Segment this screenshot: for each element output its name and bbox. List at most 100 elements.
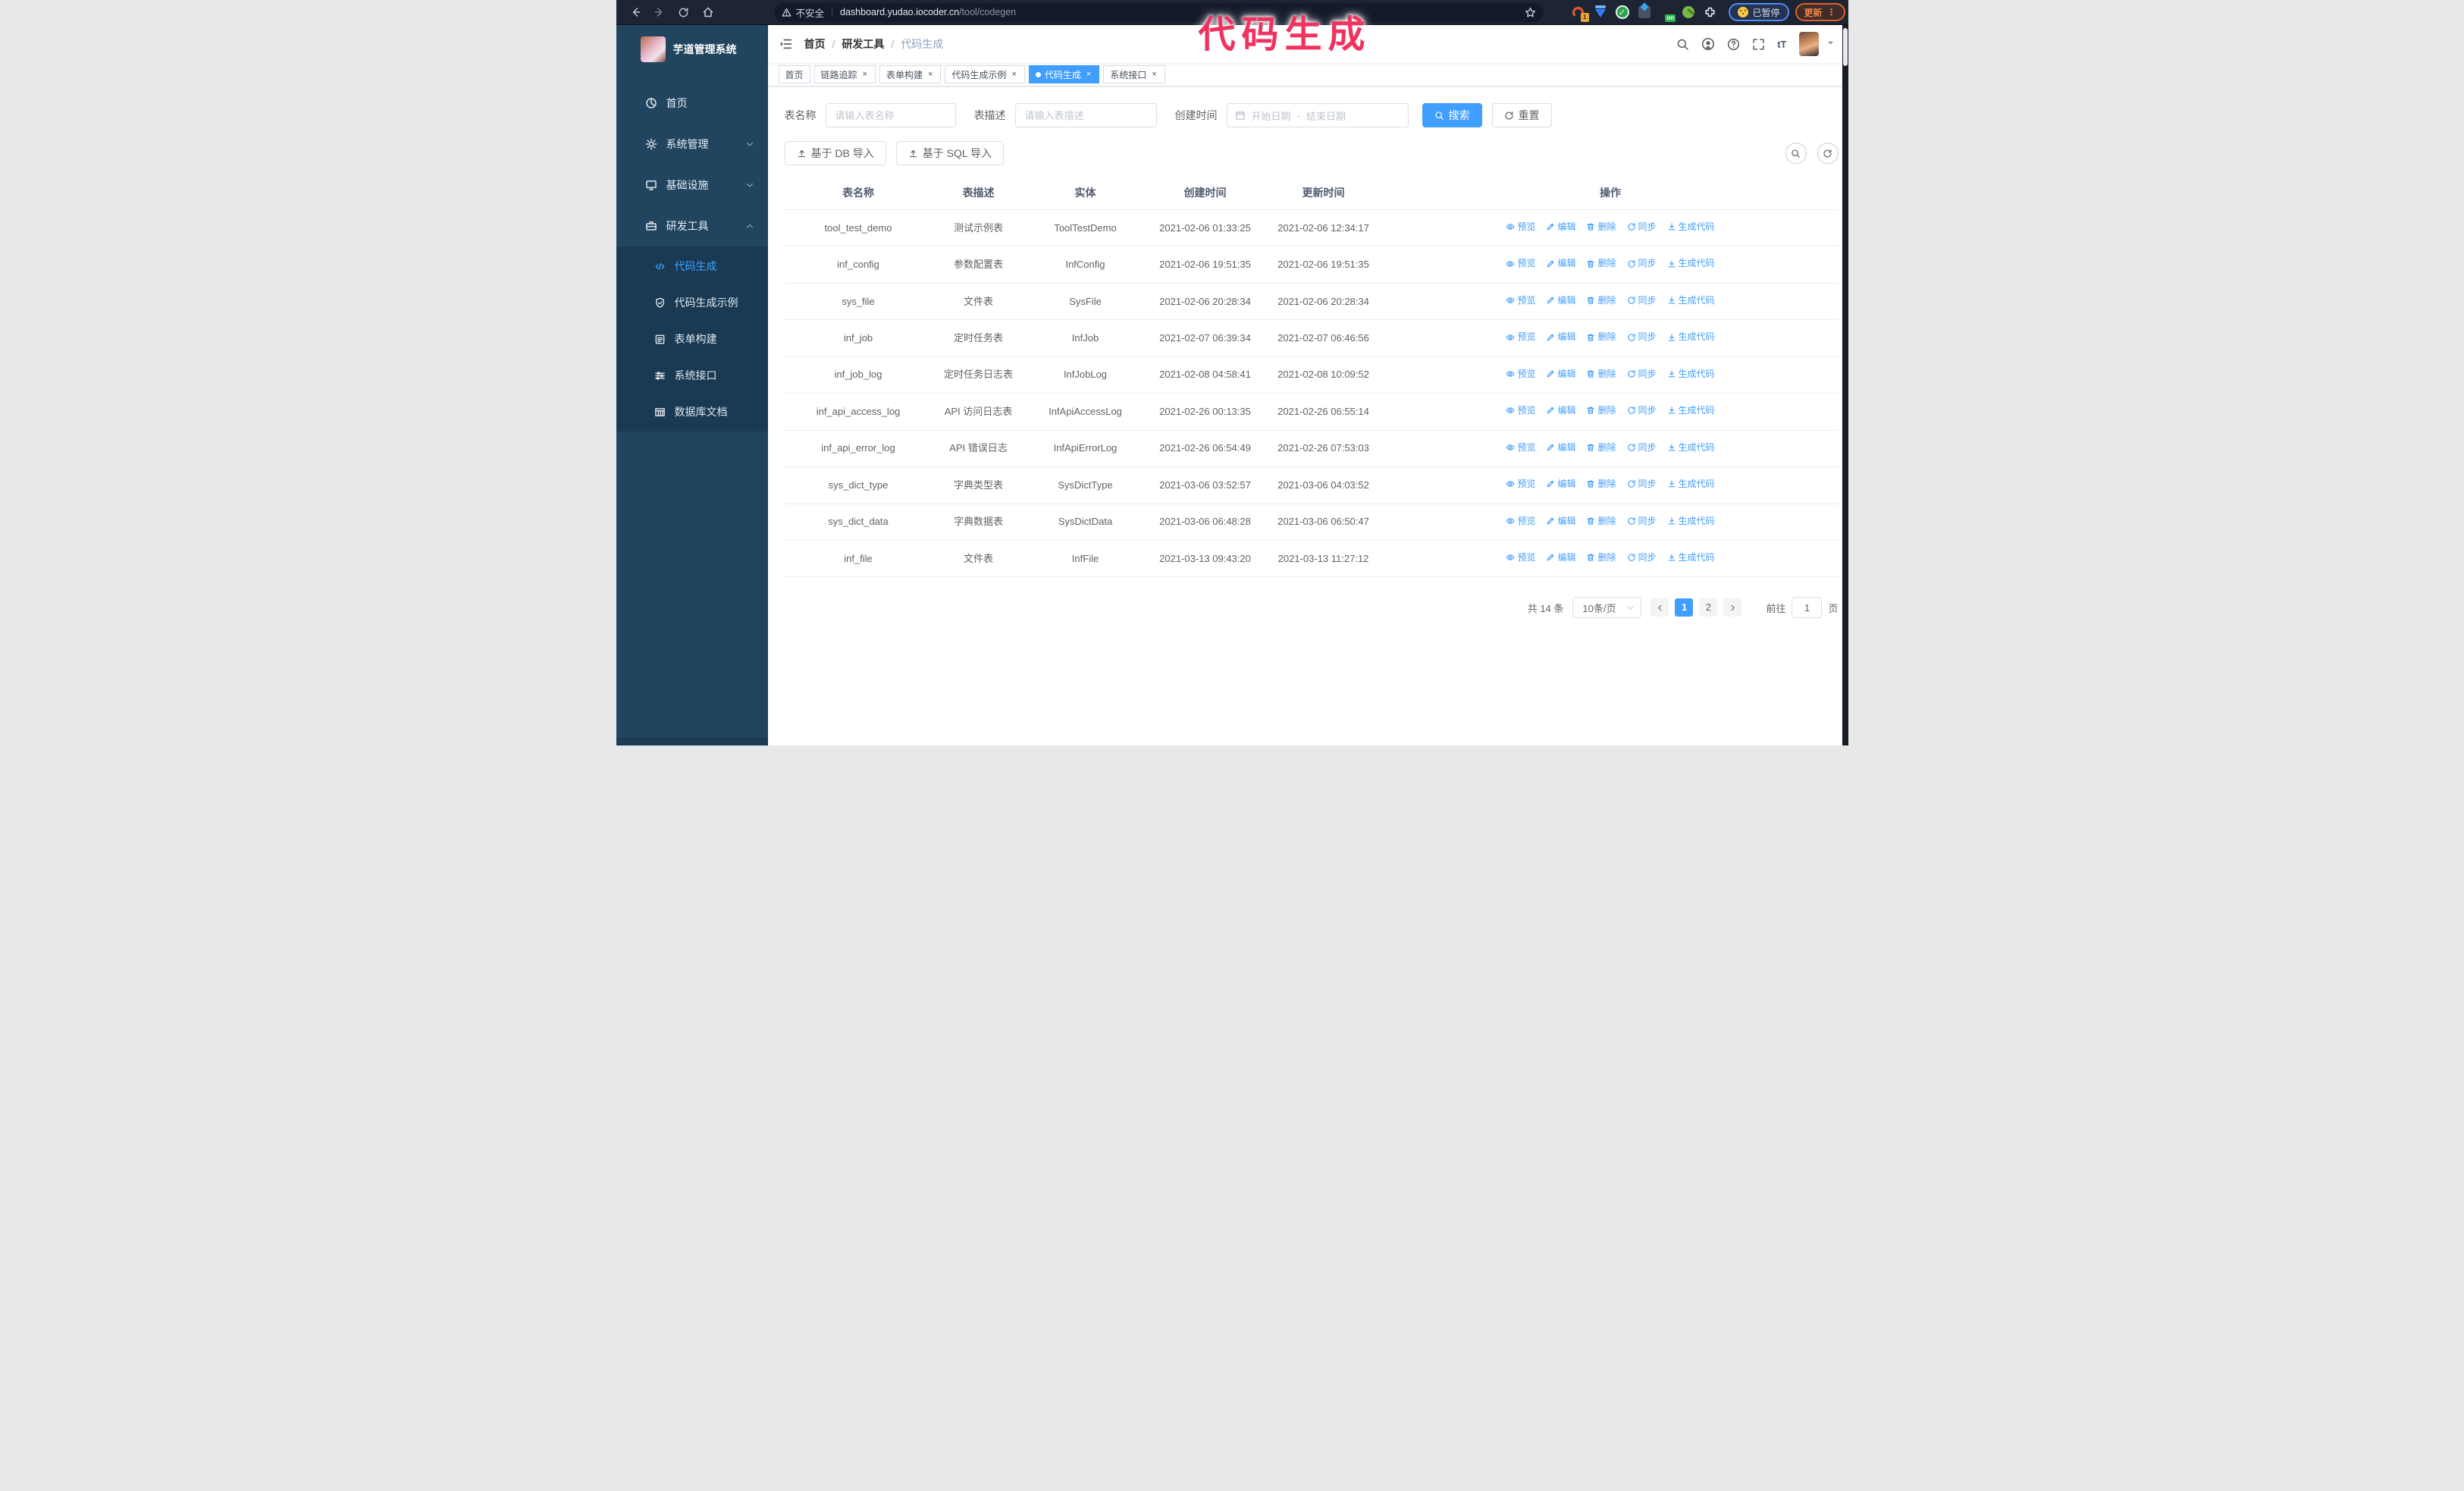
browser-back-icon[interactable] xyxy=(627,4,644,20)
refresh-table-button[interactable] xyxy=(1817,143,1839,164)
help-icon[interactable] xyxy=(1727,38,1740,51)
search-button[interactable]: 搜索 xyxy=(1422,103,1482,127)
sync-link[interactable]: 同步 xyxy=(1627,220,1657,234)
github-icon[interactable] xyxy=(1701,37,1715,51)
search-icon[interactable] xyxy=(1676,38,1689,51)
sidebar-item-codegen-example[interactable]: 代码生成示例 xyxy=(616,284,768,321)
toggle-search-button[interactable] xyxy=(1785,143,1807,164)
goto-page-input[interactable] xyxy=(1792,597,1823,619)
extension-orange-icon[interactable]: 1 xyxy=(1571,5,1589,22)
date-range-picker[interactable]: 开始日期 - 结束日期 xyxy=(1226,103,1409,127)
browser-home-icon[interactable] xyxy=(700,4,716,20)
sync-link[interactable]: 同步 xyxy=(1627,367,1657,381)
tab[interactable]: 系统接口 × xyxy=(1103,65,1165,83)
prev-page-button[interactable] xyxy=(1651,598,1669,617)
tab[interactable]: 代码生成示例 × xyxy=(945,65,1025,83)
address-bar[interactable]: 不安全 dashboard.yudao.iocoder.cn/tool/code… xyxy=(773,2,1544,22)
tab-close-icon[interactable]: × xyxy=(861,70,869,80)
sidebar-item-db-doc[interactable]: 数据库文档 xyxy=(616,394,768,430)
delete-link[interactable]: 删除 xyxy=(1586,403,1616,418)
breadcrumb-home[interactable]: 首页 xyxy=(804,36,826,52)
sidebar-item-codegen[interactable]: 代码生成 xyxy=(616,248,768,284)
sidebar-item-home[interactable]: 首页 xyxy=(616,83,768,124)
import-sql-button[interactable]: 基于 SQL 导入 xyxy=(895,141,1005,165)
profile-paused-button[interactable]: 已暂停 xyxy=(1728,3,1789,21)
extension-gem-icon[interactable] xyxy=(1593,5,1608,20)
fullscreen-icon[interactable] xyxy=(1752,38,1765,51)
generate-code-link[interactable]: 生成代码 xyxy=(1667,293,1715,308)
bookmark-star-icon[interactable] xyxy=(1525,7,1536,18)
scrollbar-thumb[interactable] xyxy=(1842,28,1848,66)
sidebar-collapse-bar[interactable] xyxy=(616,738,768,746)
tab-close-icon[interactable]: × xyxy=(1010,70,1017,80)
preview-link[interactable]: 预览 xyxy=(1506,441,1535,455)
tab[interactable]: 首页 xyxy=(778,65,810,83)
browser-update-button[interactable]: 更新 ⋮ xyxy=(1795,3,1845,21)
preview-link[interactable]: 预览 xyxy=(1506,367,1535,381)
delete-link[interactable]: 删除 xyxy=(1586,367,1616,381)
delete-link[interactable]: 删除 xyxy=(1586,220,1616,234)
sync-link[interactable]: 同步 xyxy=(1627,403,1657,418)
delete-link[interactable]: 删除 xyxy=(1586,477,1616,491)
sync-link[interactable]: 同步 xyxy=(1627,441,1657,455)
generate-code-link[interactable]: 生成代码 xyxy=(1667,551,1715,565)
sidebar-item-devtools[interactable]: 研发工具 xyxy=(616,206,768,246)
edit-link[interactable]: 编辑 xyxy=(1546,367,1575,381)
edit-link[interactable]: 编辑 xyxy=(1546,220,1575,234)
delete-link[interactable]: 删除 xyxy=(1586,293,1616,308)
browser-forward-icon[interactable] xyxy=(651,4,668,20)
tab[interactable]: 链路追踪 × xyxy=(813,65,876,83)
edit-link[interactable]: 编辑 xyxy=(1546,256,1575,271)
delete-link[interactable]: 删除 xyxy=(1586,514,1616,529)
tab-close-icon[interactable]: × xyxy=(926,70,934,80)
generate-code-link[interactable]: 生成代码 xyxy=(1667,330,1715,344)
extensions-puzzle-icon[interactable] xyxy=(1703,5,1718,20)
tab-close-icon[interactable]: × xyxy=(1085,70,1092,80)
generate-code-link[interactable]: 生成代码 xyxy=(1667,441,1715,455)
generate-code-link[interactable]: 生成代码 xyxy=(1667,256,1715,271)
app-logo[interactable]: 芋道管理系统 xyxy=(616,25,768,74)
edit-link[interactable]: 编辑 xyxy=(1546,551,1575,565)
generate-code-link[interactable]: 生成代码 xyxy=(1667,477,1715,491)
delete-link[interactable]: 删除 xyxy=(1586,551,1616,565)
tab-close-icon[interactable]: × xyxy=(1150,70,1158,80)
breadcrumb-section[interactable]: 研发工具 xyxy=(842,36,884,52)
tab[interactable]: 表单构建 × xyxy=(879,65,942,83)
edit-link[interactable]: 编辑 xyxy=(1546,403,1575,418)
preview-link[interactable]: 预览 xyxy=(1506,293,1535,308)
page-number-button[interactable]: 2 xyxy=(1699,598,1718,617)
delete-link[interactable]: 删除 xyxy=(1586,256,1616,271)
sync-link[interactable]: 同步 xyxy=(1627,256,1657,271)
generate-code-link[interactable]: 生成代码 xyxy=(1667,220,1715,234)
delete-link[interactable]: 删除 xyxy=(1586,330,1616,344)
edit-link[interactable]: 编辑 xyxy=(1546,477,1575,491)
sync-link[interactable]: 同步 xyxy=(1627,477,1657,491)
browser-reload-icon[interactable] xyxy=(676,4,692,20)
preview-link[interactable]: 预览 xyxy=(1506,403,1535,418)
table-desc-input[interactable] xyxy=(1014,103,1157,127)
extension-on-icon[interactable] xyxy=(1659,5,1676,22)
tab[interactable]: 代码生成 × xyxy=(1028,65,1100,83)
sync-link[interactable]: 同步 xyxy=(1627,551,1657,565)
sidebar-item-infra[interactable]: 基础设施 xyxy=(616,165,768,206)
preview-link[interactable]: 预览 xyxy=(1506,330,1535,344)
generate-code-link[interactable]: 生成代码 xyxy=(1667,403,1715,418)
sync-link[interactable]: 同步 xyxy=(1627,514,1657,529)
sidebar-item-system-api[interactable]: 系统接口 xyxy=(616,357,768,394)
browser-menu-icon[interactable]: ⋮ xyxy=(1827,7,1836,17)
generate-code-link[interactable]: 生成代码 xyxy=(1667,514,1715,529)
user-menu[interactable] xyxy=(1798,32,1835,56)
preview-link[interactable]: 预览 xyxy=(1506,256,1535,271)
delete-link[interactable]: 删除 xyxy=(1586,441,1616,455)
edit-link[interactable]: 编辑 xyxy=(1546,330,1575,344)
page-size-select[interactable]: 10条/页 xyxy=(1572,597,1642,619)
sidebar-item-form-builder[interactable]: 表单构建 xyxy=(616,321,768,357)
font-size-icon[interactable]: tT xyxy=(1777,39,1786,50)
preview-link[interactable]: 预览 xyxy=(1506,514,1535,529)
import-db-button[interactable]: 基于 DB 导入 xyxy=(784,141,886,165)
extension-grid-icon[interactable] xyxy=(1637,5,1652,20)
edit-link[interactable]: 编辑 xyxy=(1546,293,1575,308)
page-number-button[interactable]: 1 xyxy=(1675,598,1694,617)
sync-link[interactable]: 同步 xyxy=(1627,293,1657,308)
sidebar-item-system[interactable]: 系统管理 xyxy=(616,124,768,165)
